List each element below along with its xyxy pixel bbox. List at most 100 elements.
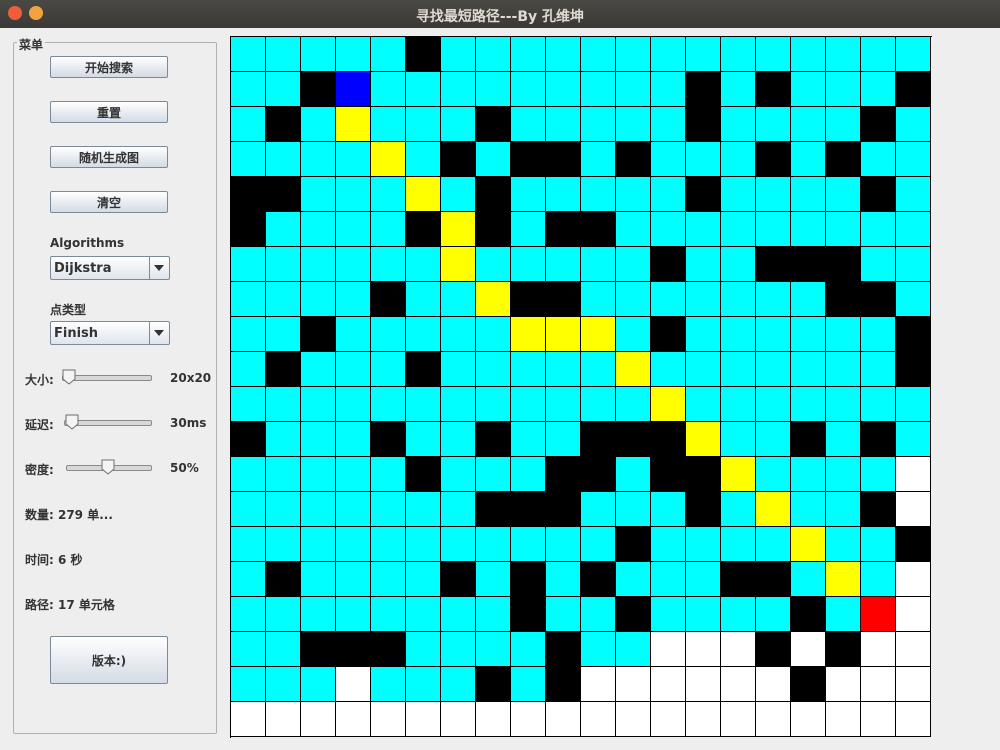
wall-cell[interactable] [791, 247, 826, 282]
unvisited-cell[interactable] [756, 387, 791, 422]
path-cell[interactable] [791, 527, 826, 562]
empty-cell[interactable] [476, 702, 511, 737]
unvisited-cell[interactable] [266, 492, 301, 527]
unvisited-cell[interactable] [581, 597, 616, 632]
unvisited-cell[interactable] [336, 597, 371, 632]
unvisited-cell[interactable] [581, 387, 616, 422]
unvisited-cell[interactable] [301, 352, 336, 387]
unvisited-cell[interactable] [721, 142, 756, 177]
unvisited-cell[interactable] [791, 142, 826, 177]
unvisited-cell[interactable] [581, 492, 616, 527]
unvisited-cell[interactable] [371, 387, 406, 422]
wall-cell[interactable] [441, 142, 476, 177]
unvisited-cell[interactable] [336, 142, 371, 177]
wall-cell[interactable] [756, 142, 791, 177]
unvisited-cell[interactable] [651, 37, 686, 72]
unvisited-cell[interactable] [826, 597, 861, 632]
path-cell[interactable] [546, 317, 581, 352]
wall-cell[interactable] [371, 632, 406, 667]
unvisited-cell[interactable] [231, 527, 266, 562]
wall-cell[interactable] [231, 422, 266, 457]
wall-cell[interactable] [546, 457, 581, 492]
unvisited-cell[interactable] [511, 247, 546, 282]
unvisited-cell[interactable] [371, 527, 406, 562]
wall-cell[interactable] [476, 177, 511, 212]
unvisited-cell[interactable] [686, 37, 721, 72]
wall-cell[interactable] [896, 317, 931, 352]
unvisited-cell[interactable] [826, 492, 861, 527]
wall-cell[interactable] [546, 212, 581, 247]
wall-cell[interactable] [686, 107, 721, 142]
unvisited-cell[interactable] [231, 247, 266, 282]
empty-cell[interactable] [686, 632, 721, 667]
wall-cell[interactable] [616, 422, 651, 457]
unvisited-cell[interactable] [511, 37, 546, 72]
unvisited-cell[interactable] [231, 457, 266, 492]
unvisited-cell[interactable] [581, 527, 616, 562]
empty-cell[interactable] [511, 702, 546, 737]
unvisited-cell[interactable] [231, 562, 266, 597]
unvisited-cell[interactable] [266, 72, 301, 107]
unvisited-cell[interactable] [616, 177, 651, 212]
unvisited-cell[interactable] [896, 247, 931, 282]
unvisited-cell[interactable] [791, 387, 826, 422]
wall-cell[interactable] [651, 317, 686, 352]
empty-cell[interactable] [756, 667, 791, 702]
wall-cell[interactable] [476, 492, 511, 527]
unvisited-cell[interactable] [581, 247, 616, 282]
unvisited-cell[interactable] [266, 457, 301, 492]
unvisited-cell[interactable] [371, 562, 406, 597]
wall-cell[interactable] [896, 352, 931, 387]
empty-cell[interactable] [546, 702, 581, 737]
unvisited-cell[interactable] [441, 387, 476, 422]
unvisited-cell[interactable] [546, 247, 581, 282]
unvisited-cell[interactable] [756, 597, 791, 632]
unvisited-cell[interactable] [301, 142, 336, 177]
wall-cell[interactable] [861, 107, 896, 142]
unvisited-cell[interactable] [441, 282, 476, 317]
path-cell[interactable] [826, 562, 861, 597]
unvisited-cell[interactable] [231, 72, 266, 107]
unvisited-cell[interactable] [791, 317, 826, 352]
wall-cell[interactable] [476, 212, 511, 247]
unvisited-cell[interactable] [721, 72, 756, 107]
unvisited-cell[interactable] [511, 387, 546, 422]
unvisited-cell[interactable] [336, 562, 371, 597]
unvisited-cell[interactable] [301, 492, 336, 527]
wall-cell[interactable] [266, 562, 301, 597]
wall-cell[interactable] [546, 282, 581, 317]
unvisited-cell[interactable] [266, 597, 301, 632]
wall-cell[interactable] [511, 597, 546, 632]
unvisited-cell[interactable] [476, 597, 511, 632]
unvisited-cell[interactable] [826, 457, 861, 492]
unvisited-cell[interactable] [336, 457, 371, 492]
unvisited-cell[interactable] [371, 72, 406, 107]
unvisited-cell[interactable] [441, 527, 476, 562]
unvisited-cell[interactable] [826, 107, 861, 142]
unvisited-cell[interactable] [896, 107, 931, 142]
unvisited-cell[interactable] [266, 527, 301, 562]
unvisited-cell[interactable] [686, 282, 721, 317]
wall-cell[interactable] [301, 72, 336, 107]
unvisited-cell[interactable] [721, 177, 756, 212]
unvisited-cell[interactable] [756, 457, 791, 492]
unvisited-cell[interactable] [721, 37, 756, 72]
unvisited-cell[interactable] [616, 247, 651, 282]
unvisited-cell[interactable] [686, 142, 721, 177]
unvisited-cell[interactable] [301, 37, 336, 72]
unvisited-cell[interactable] [371, 177, 406, 212]
unvisited-cell[interactable] [301, 667, 336, 702]
pathfinding-grid[interactable] [230, 36, 932, 738]
empty-cell[interactable] [756, 702, 791, 737]
unvisited-cell[interactable] [476, 352, 511, 387]
reset-button[interactable]: 重置 [50, 101, 168, 123]
wall-cell[interactable] [476, 667, 511, 702]
unvisited-cell[interactable] [686, 212, 721, 247]
unvisited-cell[interactable] [896, 142, 931, 177]
clear-button[interactable]: 清空 [50, 191, 168, 213]
unvisited-cell[interactable] [826, 387, 861, 422]
unvisited-cell[interactable] [511, 212, 546, 247]
unvisited-cell[interactable] [231, 387, 266, 422]
unvisited-cell[interactable] [511, 177, 546, 212]
wall-cell[interactable] [791, 422, 826, 457]
